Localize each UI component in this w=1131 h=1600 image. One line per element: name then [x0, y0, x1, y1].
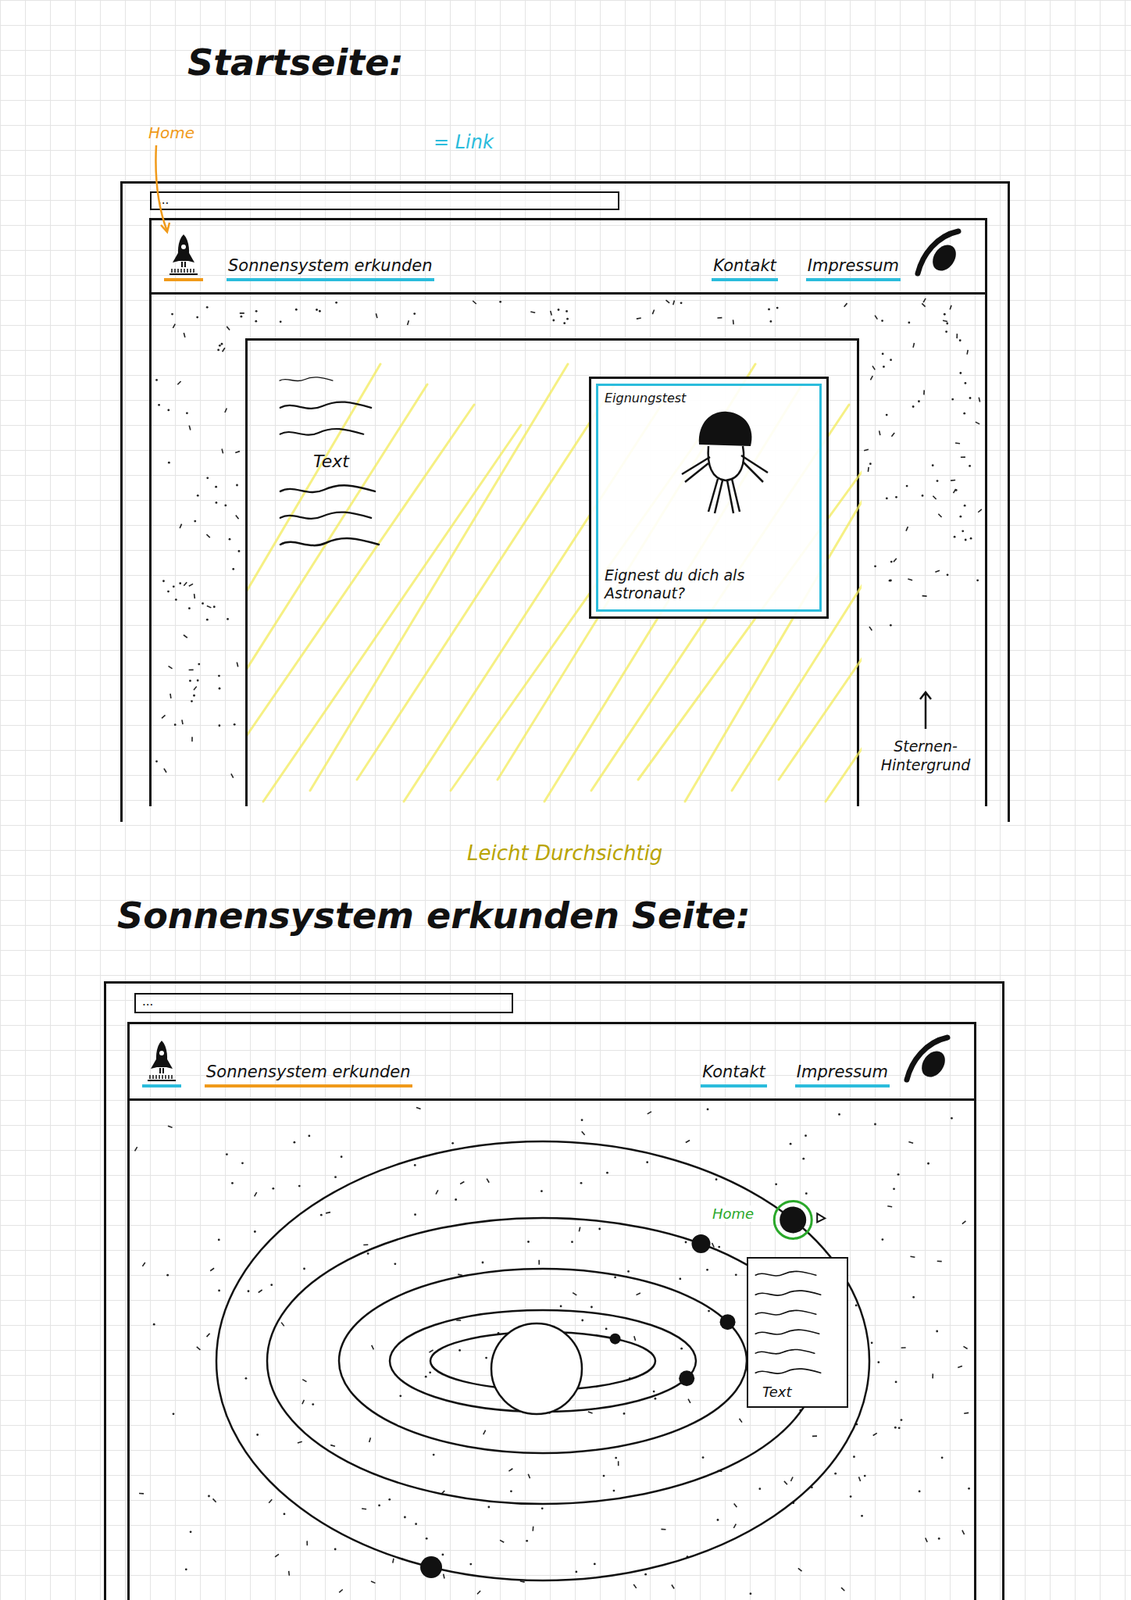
nav-link[interactable]: Sonnensystem erkunden — [204, 1062, 413, 1088]
nav-link[interactable]: Impressum — [806, 256, 901, 282]
planet-icon[interactable] — [610, 1333, 621, 1345]
planet-info-box: Text — [746, 1256, 849, 1408]
text-line-icon — [754, 1266, 818, 1282]
text-line-icon — [278, 535, 381, 551]
arrow-up-icon — [917, 689, 934, 731]
rocket-icon — [143, 1038, 180, 1083]
card-title: Eignungstest — [604, 390, 814, 406]
address-bar[interactable]: ... — [134, 992, 514, 1014]
browser-viewport: Sonnensystem erkunden Kontakt Impressum H… — [127, 1021, 977, 1600]
text-placeholder: Text — [278, 371, 412, 551]
logo-icon[interactable] — [900, 1032, 953, 1085]
planet-icon[interactable] — [720, 1313, 736, 1330]
opacity-annotation-row: Leicht Durchsichtig — [0, 821, 1131, 885]
pointer-icon — [817, 1213, 825, 1222]
arrow-icon — [149, 143, 174, 236]
text-line-icon — [754, 1285, 822, 1302]
text-line-icon — [278, 481, 377, 498]
legend-label: Home — [148, 123, 195, 143]
annotation-text: Sternen-Hintergrund — [872, 736, 979, 775]
home-link[interactable] — [164, 232, 204, 282]
planet-icon[interactable] — [420, 1555, 443, 1578]
nav-link[interactable]: Impressum — [795, 1062, 890, 1088]
page-heading: Startseite: — [187, 31, 1131, 94]
planet-icon[interactable] — [779, 1205, 807, 1233]
text-line-icon — [278, 371, 334, 388]
nav-link[interactable]: Kontakt — [711, 256, 778, 282]
aptitude-test-card[interactable]: Eignungstest Eignest du dich als Astrona… — [588, 376, 829, 619]
nav-link[interactable]: Kontakt — [700, 1062, 768, 1088]
page-heading: Sonnensystem erkunden Seite: — [117, 884, 1131, 947]
nav-bar: Sonnensystem erkunden Kontakt Impressum — [151, 220, 985, 295]
text-label: Text — [313, 451, 412, 471]
text-line-icon — [754, 1324, 821, 1341]
home-link[interactable] — [142, 1038, 182, 1088]
text-line-icon — [278, 398, 373, 414]
star-background: Text Eignungstest Eignest du dich als As… — [151, 294, 985, 807]
orbit — [267, 1217, 819, 1504]
planet-icon[interactable] — [678, 1370, 695, 1386]
background-annotation: Sternen-Hintergrund — [870, 689, 981, 775]
orbit — [216, 1141, 870, 1581]
content-panel: Text Eignungstest Eignest du dich als As… — [245, 338, 860, 807]
text-line-icon — [754, 1305, 818, 1321]
rocket-icon — [165, 232, 202, 277]
startseite-sketch: Startseite: Home = Link ... Sonnensystem… — [0, 31, 1131, 885]
opacity-annotation: Leicht Durchsichtig — [467, 841, 663, 865]
nav-link[interactable]: Sonnensystem erkunden — [226, 256, 435, 282]
planet-highlight — [774, 1200, 812, 1239]
legend-home-note: Home — [148, 123, 204, 143]
text-line-icon — [278, 508, 373, 525]
astronaut-icon — [674, 406, 776, 517]
nav-bar: Sonnensystem erkunden Kontakt Impressum — [129, 1023, 975, 1101]
legend: Home = Link — [0, 93, 1131, 182]
text-label: Text — [762, 1383, 841, 1400]
orbit — [338, 1268, 747, 1453]
legend-link-note: = Link — [433, 131, 494, 154]
address-bar[interactable]: ... — [149, 191, 620, 211]
browser-window: ... Sonnensystem erkunden Kontakt Impress… — [120, 181, 1010, 822]
text-line-icon — [278, 424, 365, 441]
star-background: Home Text — [129, 1100, 975, 1600]
browser-window: ... Sonnensystem erkunden Kontakt Impress… — [103, 981, 1005, 1600]
text-line-icon — [754, 1363, 822, 1380]
sun-icon[interactable] — [491, 1323, 582, 1414]
planet-marker-label: Home — [709, 1205, 757, 1222]
planet-icon[interactable] — [691, 1234, 710, 1253]
browser-viewport: Sonnensystem erkunden Kontakt Impressum T… — [149, 217, 988, 807]
card-link-area[interactable]: Eignungstest Eignest du dich als Astrona… — [595, 383, 822, 612]
wireframe-sheet: Startseite: Home = Link ... Sonnensystem… — [0, 0, 1131, 1600]
sonnensystem-sketch: Sonnensystem erkunden Seite: ... Sonnens… — [0, 884, 1131, 1600]
text-line-icon — [754, 1344, 816, 1360]
logo-icon[interactable] — [911, 226, 964, 279]
card-caption: Eignest du dich als Astronaut? — [604, 566, 814, 604]
